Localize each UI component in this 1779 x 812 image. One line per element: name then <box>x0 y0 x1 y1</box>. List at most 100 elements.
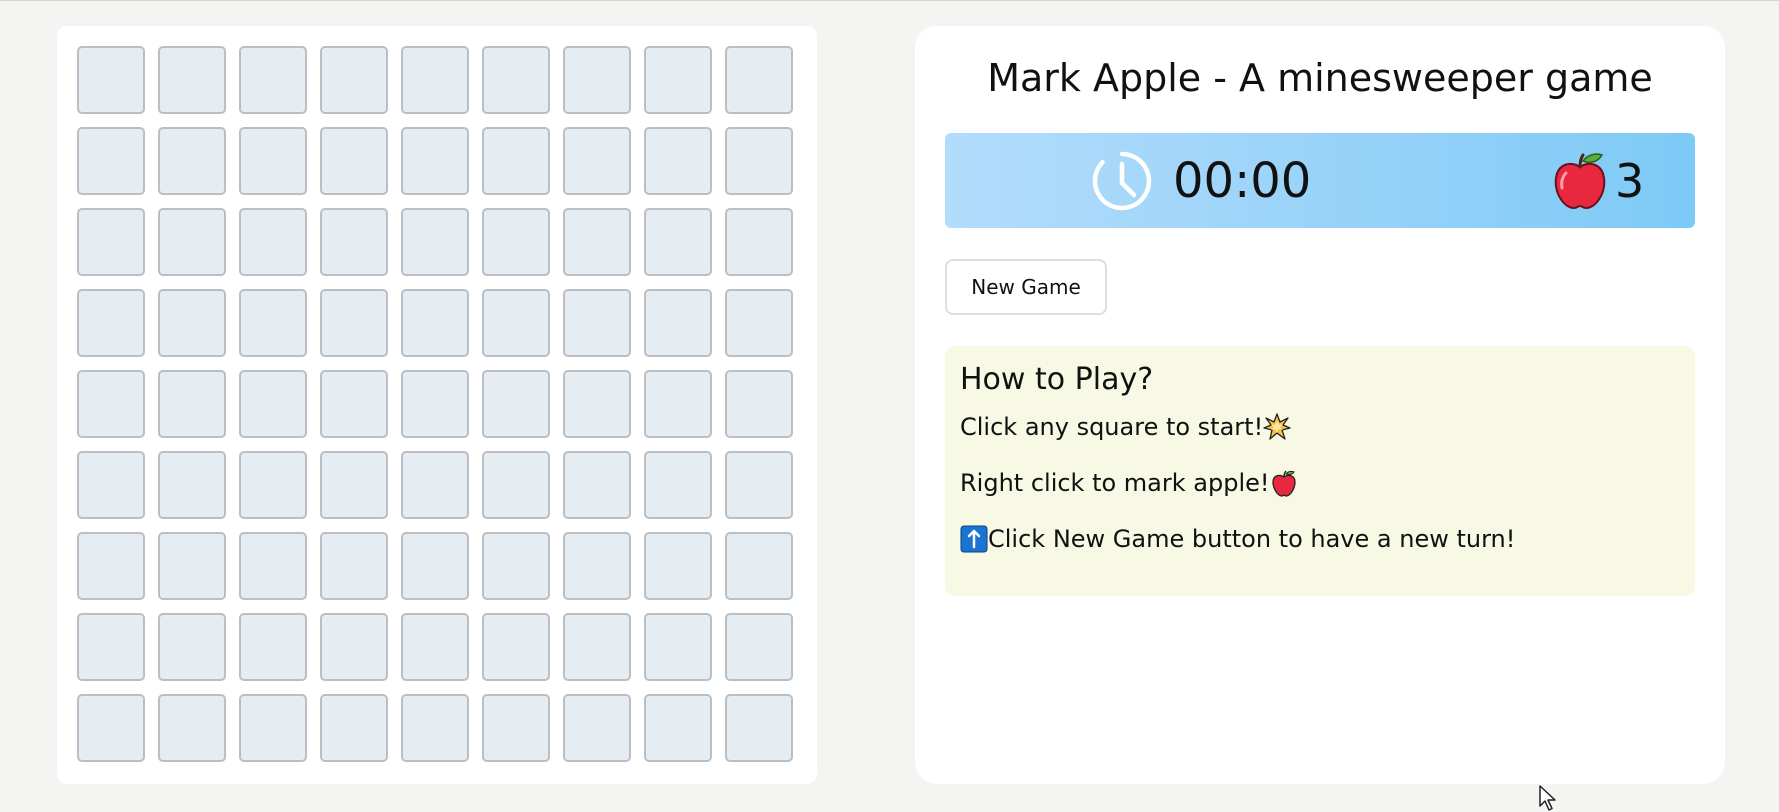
board-cell[interactable] <box>725 127 793 195</box>
how-to-play-heading: How to Play? <box>960 362 1154 397</box>
board-cell[interactable] <box>158 451 226 519</box>
instruction-new-game: Click New Game button to have a new turn… <box>960 524 1680 554</box>
board-cell[interactable] <box>725 613 793 681</box>
board-cell[interactable] <box>563 451 631 519</box>
board-cell[interactable] <box>725 370 793 438</box>
board-cell[interactable] <box>77 613 145 681</box>
board-cell[interactable] <box>401 46 469 114</box>
board-cell[interactable] <box>239 370 307 438</box>
board-cell[interactable] <box>320 46 388 114</box>
board-cell[interactable] <box>482 694 550 762</box>
board-cell[interactable] <box>77 694 145 762</box>
board-cell[interactable] <box>239 289 307 357</box>
new-game-button[interactable]: New Game <box>945 259 1107 315</box>
board-cell[interactable] <box>644 451 712 519</box>
board-cell[interactable] <box>563 127 631 195</box>
board-cell[interactable] <box>239 694 307 762</box>
board-cell[interactable] <box>401 532 469 600</box>
board-cell[interactable] <box>725 694 793 762</box>
board-cell[interactable] <box>725 451 793 519</box>
board-cell[interactable] <box>239 46 307 114</box>
board-cell[interactable] <box>482 451 550 519</box>
up-arrow-icon <box>960 525 988 553</box>
board-cell[interactable] <box>725 46 793 114</box>
board-cell[interactable] <box>401 208 469 276</box>
board-cell[interactable] <box>158 694 226 762</box>
apple-icon <box>1271 470 1296 497</box>
how-to-play-box: How to Play? Click any square to start! … <box>945 346 1695 596</box>
board-cell[interactable] <box>563 613 631 681</box>
board-cell[interactable] <box>77 532 145 600</box>
board-cell[interactable] <box>644 370 712 438</box>
board-cell[interactable] <box>77 370 145 438</box>
board-cell[interactable] <box>77 289 145 357</box>
apple-icon <box>1554 153 1606 210</box>
instruction-mark-text: Right click to mark apple! <box>960 469 1270 497</box>
board-cell[interactable] <box>725 208 793 276</box>
instruction-start: Click any square to start! <box>960 412 1680 442</box>
board-cell[interactable] <box>644 208 712 276</box>
board-cell[interactable] <box>239 127 307 195</box>
board-cell[interactable] <box>401 289 469 357</box>
board-cell[interactable] <box>482 613 550 681</box>
board-cell[interactable] <box>320 613 388 681</box>
board-cell[interactable] <box>320 370 388 438</box>
board-cell[interactable] <box>401 451 469 519</box>
board-cell[interactable] <box>725 289 793 357</box>
board-cell[interactable] <box>401 694 469 762</box>
board-cell[interactable] <box>239 208 307 276</box>
board-cell[interactable] <box>644 127 712 195</box>
board-cell[interactable] <box>725 532 793 600</box>
board-cell[interactable] <box>644 613 712 681</box>
board-cell[interactable] <box>239 613 307 681</box>
clock-icon <box>1092 151 1152 211</box>
board-cell[interactable] <box>563 208 631 276</box>
instruction-start-text: Click any square to start! <box>960 413 1264 441</box>
board-cell[interactable] <box>563 46 631 114</box>
board-cell[interactable] <box>401 370 469 438</box>
board-cell[interactable] <box>482 289 550 357</box>
board-cell[interactable] <box>401 127 469 195</box>
apple-counter: 3 <box>1615 154 1645 208</box>
board-cell[interactable] <box>563 289 631 357</box>
board-cell[interactable] <box>239 532 307 600</box>
instruction-new-game-text: Click New Game button to have a new turn… <box>988 525 1516 553</box>
board-cell[interactable] <box>320 532 388 600</box>
board-cell[interactable] <box>239 451 307 519</box>
info-panel: Mark Apple - A minesweeper game 00:00 3 … <box>915 26 1725 784</box>
board-cell[interactable] <box>644 694 712 762</box>
board-cell[interactable] <box>77 451 145 519</box>
board-cell[interactable] <box>158 289 226 357</box>
board-cell[interactable] <box>320 208 388 276</box>
board-cell[interactable] <box>158 208 226 276</box>
board-cell[interactable] <box>158 532 226 600</box>
board-cell[interactable] <box>644 46 712 114</box>
board-cell[interactable] <box>77 46 145 114</box>
board-cell[interactable] <box>482 127 550 195</box>
board-cell[interactable] <box>158 370 226 438</box>
board-cell[interactable] <box>563 694 631 762</box>
board-cell[interactable] <box>77 208 145 276</box>
board-cell[interactable] <box>320 289 388 357</box>
timer-display: 00:00 <box>1173 153 1312 209</box>
board-cell[interactable] <box>482 46 550 114</box>
status-bar: 00:00 3 <box>945 133 1695 228</box>
instruction-mark: Right click to mark apple! <box>960 468 1680 498</box>
board-cell[interactable] <box>401 613 469 681</box>
board-cell[interactable] <box>482 370 550 438</box>
board-cell[interactable] <box>320 127 388 195</box>
board-cell[interactable] <box>644 532 712 600</box>
board-cell[interactable] <box>320 451 388 519</box>
board-cell[interactable] <box>158 613 226 681</box>
board-cell[interactable] <box>158 46 226 114</box>
board-cell[interactable] <box>158 127 226 195</box>
board-cell[interactable] <box>482 532 550 600</box>
board-cell[interactable] <box>482 208 550 276</box>
game-board-panel <box>57 26 817 784</box>
page-title: Mark Apple - A minesweeper game <box>987 56 1653 100</box>
board-cell[interactable] <box>77 127 145 195</box>
board-cell[interactable] <box>320 694 388 762</box>
board-cell[interactable] <box>563 370 631 438</box>
board-cell[interactable] <box>563 532 631 600</box>
board-cell[interactable] <box>644 289 712 357</box>
